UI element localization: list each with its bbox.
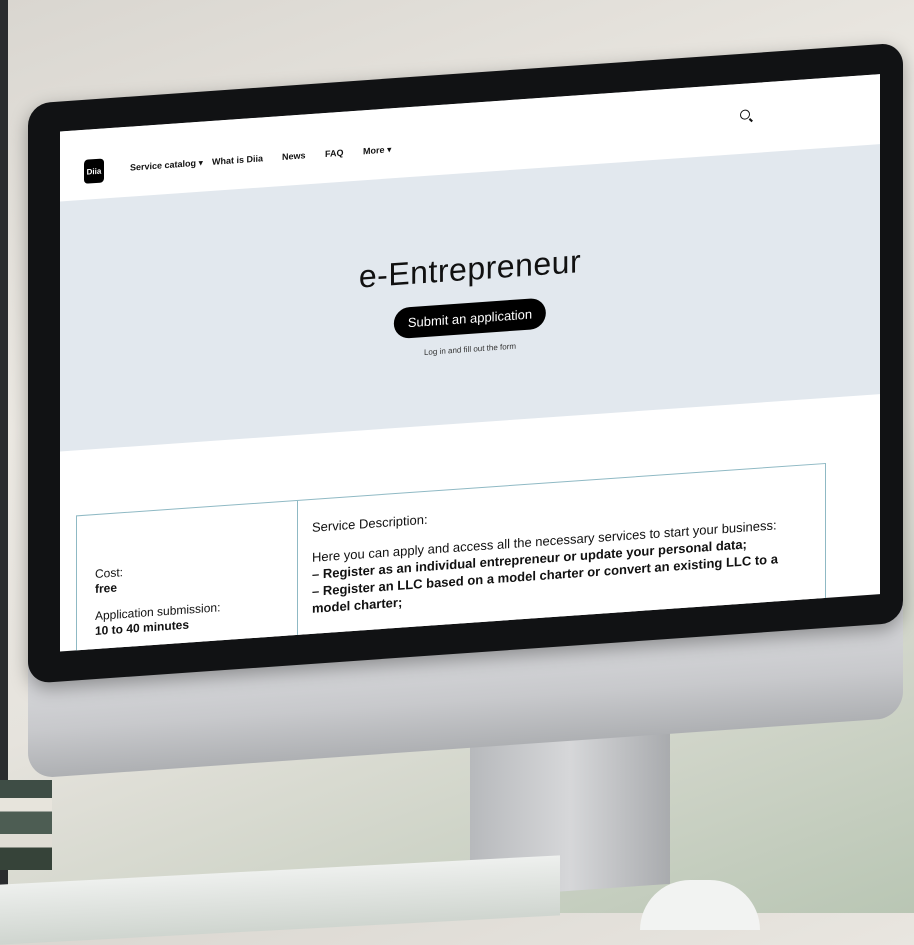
nav-news[interactable]: News	[282, 150, 306, 162]
nav-faq[interactable]: FAQ	[325, 148, 344, 159]
service-facts: Cost: free Application submission: 10 to…	[77, 500, 298, 652]
cost-label: Cost:	[95, 565, 124, 582]
nav-what-is-diia[interactable]: What is Diia	[212, 153, 263, 167]
monitor: Diia Service catalog ▾ What is Diia News…	[10, 0, 910, 898]
left-edge-strip	[0, 0, 8, 913]
screen: Diia Service catalog ▾ What is Diia News…	[60, 74, 880, 652]
nav-service-catalog[interactable]: Service catalog ▾	[130, 157, 203, 173]
keyboard	[0, 855, 560, 945]
description-title: Service Description:	[312, 511, 428, 535]
search-icon[interactable]	[740, 109, 750, 120]
diia-logo[interactable]: Diia	[84, 158, 104, 184]
cost-value: free	[95, 580, 118, 597]
service-description: Service Description: Here you can apply …	[312, 465, 815, 616]
nav-more[interactable]: More ▾	[363, 144, 392, 157]
submit-application-button[interactable]: Submit an application	[393, 297, 547, 340]
mouse	[640, 880, 760, 930]
